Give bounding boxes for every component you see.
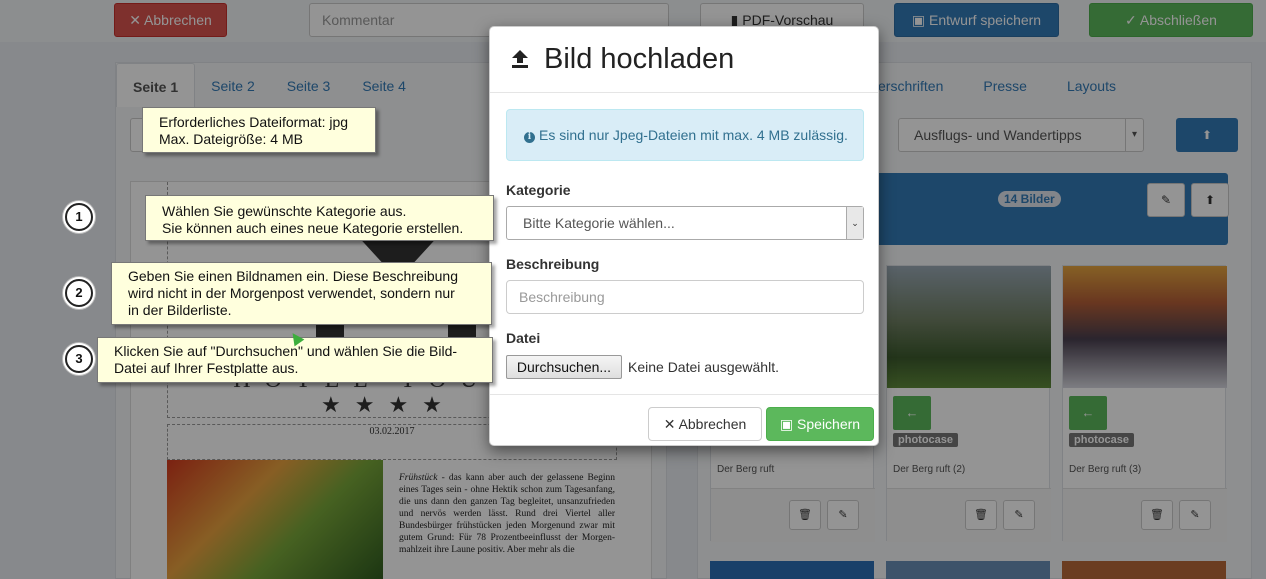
- dialog-cancel-label: Abbrechen: [678, 416, 747, 432]
- floppy-icon: ▣: [779, 416, 798, 432]
- category-select[interactable]: Bitte Kategorie wählen... ⌄: [506, 206, 864, 240]
- upload-image-dialog: Bild hochladen i Es sind nur Jpeg-Dateien…: [489, 26, 879, 446]
- info-icon: i: [524, 132, 535, 143]
- description-label: Beschreibung: [506, 256, 600, 272]
- dialog-save-label: Speichern: [797, 416, 861, 432]
- alert-text: Es sind nur Jpeg-Dateien mit max. 4 MB z…: [539, 127, 848, 143]
- file-label: Datei: [506, 330, 541, 346]
- dialog-cancel-button[interactable]: ✕ Abbrechen: [648, 407, 762, 441]
- step-number-1: 1: [65, 203, 93, 231]
- dialog-save-button[interactable]: ▣ Speichern: [766, 407, 874, 441]
- file-format-tooltip: Erforderliches Dateiformat: jpg Max. Dat…: [142, 107, 376, 153]
- step-number-3: 3: [65, 345, 93, 373]
- dialog-title: Bild hochladen: [544, 43, 735, 75]
- upload-icon: [512, 50, 528, 68]
- step-1-tooltip: Wählen Sie gewünschte Kategorie aus. Sie…: [145, 195, 494, 241]
- description-input[interactable]: Beschreibung: [506, 280, 864, 314]
- category-select-value: Bitte Kategorie wählen...: [523, 215, 675, 231]
- chevron-down-icon: ⌄: [846, 207, 863, 239]
- step-2-tooltip: Geben Sie einen Bildnamen ein. Diese Bes…: [111, 262, 492, 325]
- dialog-header: Bild hochladen: [490, 27, 878, 93]
- browse-file-button[interactable]: Durchsuchen...: [506, 355, 622, 379]
- category-label: Kategorie: [506, 182, 571, 198]
- step-number-2: 2: [65, 279, 93, 307]
- file-status-text: Keine Datei ausgewählt.: [628, 359, 779, 375]
- file-requirements-alert: i Es sind nur Jpeg-Dateien mit max. 4 MB …: [506, 109, 864, 161]
- close-icon: ✕: [663, 416, 679, 432]
- dialog-footer: ✕ Abbrechen ▣ Speichern: [490, 394, 878, 446]
